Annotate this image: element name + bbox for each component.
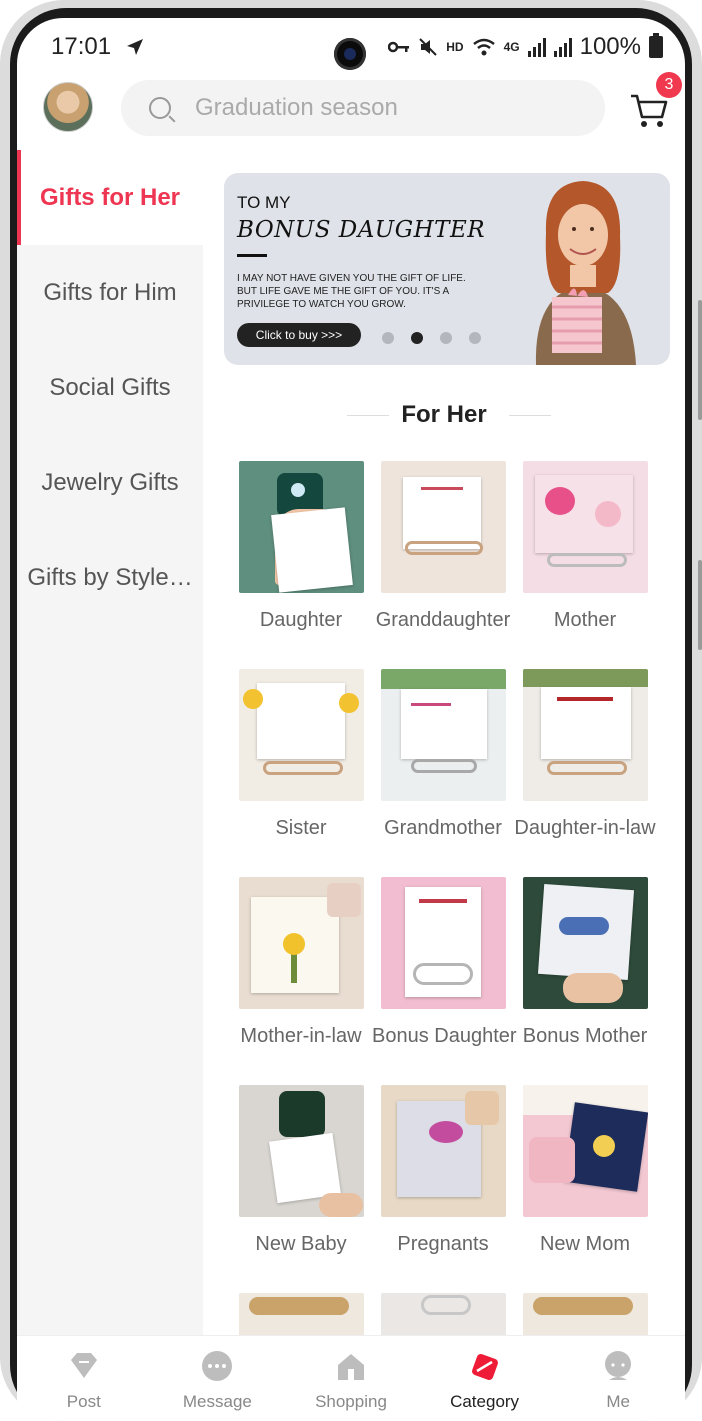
house-icon (337, 1354, 364, 1380)
category-grandmother[interactable]: Grandmother (372, 669, 514, 840)
nav-label: Message (182, 1392, 252, 1411)
category-granddaughter[interactable]: Granddaughter (372, 461, 514, 632)
carousel-dot-active[interactable] (411, 332, 423, 344)
category-sidebar: Gifts for Her Gifts for Him Social Gifts… (17, 150, 203, 1335)
promo-banner[interactable]: TO MY BONUS DAUGHTER I MAY NOT HAVE GIVE… (224, 173, 670, 365)
banner-model-image (535, 181, 636, 365)
category-label: Bonus Daughter (372, 1025, 517, 1047)
nav-label: Category (450, 1392, 520, 1411)
sidebar-item-label: Social Gifts (49, 373, 171, 401)
carousel-dot[interactable] (469, 332, 481, 344)
nav-shopping[interactable]: Shopping (284, 1336, 418, 1421)
cart-count-badge: 3 (656, 72, 682, 98)
sidebar-item-label: Gifts by Style… (27, 563, 193, 591)
front-camera (334, 38, 366, 70)
sidebar-item-gifts-by-style[interactable]: Gifts by Style… (17, 530, 203, 625)
hd-indicator: HD (446, 40, 464, 54)
sidebar-item-label: Jewelry Gifts (41, 468, 179, 496)
sidebar-item-social-gifts[interactable]: Social Gifts (17, 340, 203, 435)
category-label: Granddaughter (375, 609, 511, 631)
nav-category[interactable]: Category (418, 1336, 552, 1421)
mute-icon (419, 38, 437, 56)
category-pregnants[interactable]: Pregnants (372, 1085, 514, 1256)
search-bar[interactable]: Graduation season (121, 80, 605, 136)
chat-bubble-icon (202, 1351, 233, 1381)
banner-title: BONUS DAUGHTER (237, 217, 486, 243)
sidebar-item-gifts-for-him[interactable]: Gifts for Him (17, 245, 203, 340)
carousel-dot[interactable] (382, 332, 394, 344)
nav-label: Me (606, 1392, 630, 1411)
app-screen: 17:01 HD 4G 100% Graduation season 3 Gif… (17, 18, 685, 1421)
battery-icon (649, 33, 663, 58)
product-image (239, 461, 364, 593)
sidebar-item-label: Gifts for Him (43, 278, 177, 306)
power-button (698, 560, 702, 650)
category-label: Daughter (259, 609, 343, 631)
nav-message[interactable]: Message (151, 1336, 285, 1421)
avatar[interactable] (43, 82, 93, 132)
search-input[interactable]: Graduation season (195, 94, 398, 122)
banner-divider (237, 254, 267, 257)
banner-text: I MAY NOT HAVE GIVEN YOU THE GIFT OF LIF… (237, 273, 466, 310)
click-to-buy-button[interactable]: Click to buy >>> (237, 323, 361, 347)
product-image (239, 669, 364, 801)
search-icon (149, 97, 171, 119)
diamond-icon (70, 1353, 97, 1378)
sidebar-item-jewelry-gifts[interactable]: Jewelry Gifts (17, 435, 203, 530)
product-image (523, 461, 648, 593)
wifi-icon (472, 38, 495, 56)
category-icon (471, 1354, 498, 1380)
bottom-navigation: Post Message Shopping Category Me (17, 1335, 685, 1421)
product-image (381, 669, 506, 801)
key-icon (388, 41, 410, 53)
phone-frame: 17:01 HD 4G 100% Graduation season 3 Gif… (0, 0, 702, 1421)
category-label: Bonus Mother (522, 1025, 648, 1047)
status-time: 17:01 (51, 33, 112, 60)
top-header: Graduation season 3 (17, 72, 685, 140)
category-mother[interactable]: Mother (514, 461, 656, 632)
product-image (381, 461, 506, 593)
category-new-baby[interactable]: New Baby (230, 1085, 372, 1256)
category-label: New Mom (539, 1233, 630, 1255)
nav-label: Shopping (315, 1392, 387, 1411)
category-label: Mother-in-law (240, 1025, 362, 1047)
product-image (239, 877, 364, 1009)
carousel-dots (382, 332, 481, 344)
status-bar: 17:01 HD 4G 100% (17, 18, 685, 76)
product-image (523, 877, 648, 1009)
category-label: Grandmother (384, 817, 502, 839)
product-image (523, 1085, 648, 1217)
category-new-mom[interactable]: New Mom (514, 1085, 656, 1256)
banner-to: TO MY (237, 193, 291, 212)
sidebar-item-label: Gifts for Her (39, 183, 180, 211)
signal-icon (527, 37, 546, 57)
product-image (381, 877, 506, 1009)
product-image (523, 669, 648, 801)
category-daughter-in-law[interactable]: Daughter-in-law (514, 669, 656, 840)
navigation-arrow-icon (127, 39, 144, 55)
category-mother-in-law[interactable]: Mother-in-law (230, 877, 372, 1048)
category-sister[interactable]: Sister (230, 669, 372, 840)
person-icon (605, 1351, 632, 1380)
category-bonus-mother[interactable]: Bonus Mother (514, 877, 656, 1048)
category-label: Mother (553, 609, 617, 631)
signal-icon-2 (553, 37, 572, 57)
category-bonus-daughter[interactable]: Bonus Daughter (372, 877, 517, 1048)
nav-label: Post (66, 1392, 101, 1411)
nav-post[interactable]: Post (17, 1336, 151, 1421)
network-type: 4G (503, 40, 520, 54)
section-title: For Her (203, 401, 685, 429)
carousel-dot[interactable] (440, 332, 452, 344)
product-image (239, 1085, 364, 1217)
category-label: Daughter-in-law (514, 817, 656, 839)
product-image (381, 1085, 506, 1217)
category-label: Pregnants (397, 1233, 489, 1255)
battery-percent: 100% (579, 33, 641, 60)
sidebar-item-gifts-for-her[interactable]: Gifts for Her (17, 150, 203, 245)
nav-me[interactable]: Me (551, 1336, 685, 1421)
category-label: Sister (275, 817, 327, 839)
volume-button (698, 300, 702, 420)
category-daughter[interactable]: Daughter (230, 461, 372, 632)
category-label: New Baby (255, 1233, 347, 1255)
